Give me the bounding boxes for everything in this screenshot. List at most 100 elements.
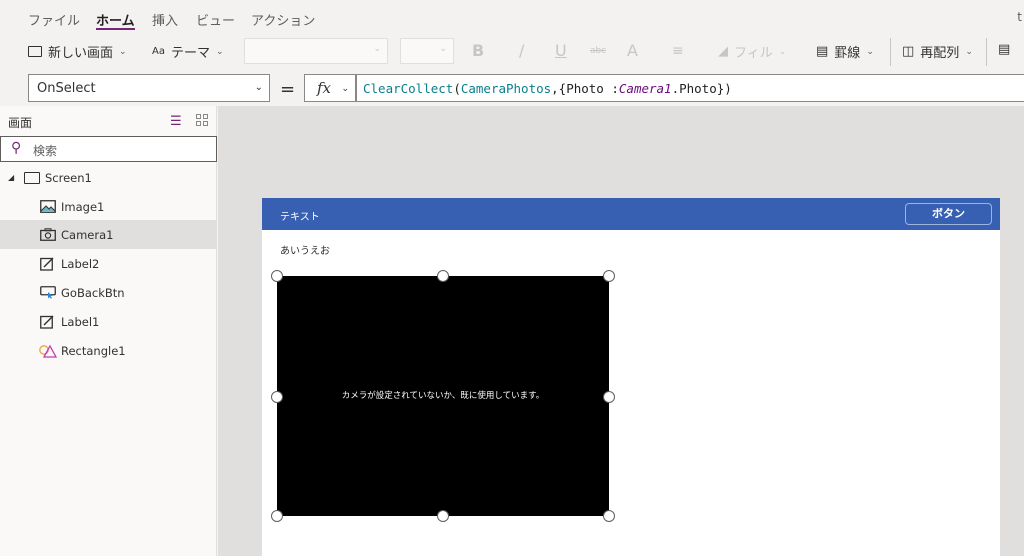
design-canvas[interactable]: テキスト ボタン あいうえお カメラが設定されていないか、既に使用しています。 <box>218 106 1024 556</box>
tree-item-camera1[interactable]: Camera1 <box>0 220 216 249</box>
tree-item-image1[interactable]: Image1 <box>0 192 216 221</box>
new-screen-label: 新しい画面 <box>48 46 114 61</box>
tree-item-gobackbtn[interactable]: GoBackBtn <box>0 278 216 307</box>
menu-action[interactable]: アクション <box>251 10 315 29</box>
chevron-down-icon: ⌄ <box>866 46 874 57</box>
tree-header: 画面 <box>8 116 33 130</box>
tree-item-label: Camera1 <box>61 227 114 242</box>
resize-handle-right[interactable] <box>603 391 615 403</box>
chevron-down-icon: ⌄ <box>119 46 127 57</box>
label-icon <box>40 257 54 271</box>
resize-handle-bottom[interactable] <box>437 510 449 522</box>
formula-end: .Photo}) <box>671 81 732 96</box>
property-dropdown[interactable]: OnSelect ⌄ <box>28 74 270 102</box>
grid-view-icon[interactable] <box>196 114 208 126</box>
resize-handle-top-left[interactable] <box>271 270 283 282</box>
screen-icon <box>24 171 40 184</box>
tree-item-label: GoBackBtn <box>61 285 125 300</box>
formula-open-paren: ( <box>453 81 461 96</box>
font-size-dropdown[interactable]: ⌄ <box>400 38 454 64</box>
header-button[interactable]: ボタン <box>905 203 992 225</box>
fill-icon: ◢ <box>718 44 728 59</box>
ribbon-toolbar: 新しい画面 ⌄ Aa テーマ ⌄ ⌄ ⌄ B / U abc A ≡ ◢ フィル… <box>0 34 1024 68</box>
theme-button[interactable]: Aa テーマ ⌄ <box>152 42 224 61</box>
resize-handle-bottom-right[interactable] <box>603 510 615 522</box>
align-icon[interactable]: ▤ <box>998 42 1010 57</box>
chevron-down-icon: ⌄ <box>439 44 447 54</box>
new-screen-button[interactable]: 新しい画面 ⌄ <box>28 42 127 61</box>
camera-icon <box>40 228 56 241</box>
image-icon <box>40 200 56 213</box>
label-icon <box>40 315 54 329</box>
tree-view-panel: 画面 ☰ ⚲ 検索 ◢ Screen1 Image1 Camera1 Label… <box>0 106 217 556</box>
fx-icon: fx <box>317 79 332 97</box>
menu-home[interactable]: ホーム <box>96 10 135 30</box>
resize-handle-top-right[interactable] <box>603 270 615 282</box>
menu-bar: ファイル ホーム 挿入 ビュー アクション t <box>0 0 1024 34</box>
strikethrough-button[interactable]: abc <box>590 46 606 56</box>
chevron-down-icon: ⌄ <box>215 46 224 57</box>
formula-function: ClearCollect <box>363 81 454 96</box>
camera-message: カメラが設定されていないか、既に使用しています。 <box>341 391 545 401</box>
border-label: 罫線 <box>834 46 861 61</box>
tree-search-placeholder: 検索 <box>33 144 58 158</box>
list-view-icon[interactable]: ☰ <box>170 114 182 129</box>
tree-item-screen1[interactable]: ◢ Screen1 <box>0 163 216 192</box>
fill-button[interactable]: ◢ フィル ⌄ <box>718 42 786 61</box>
chevron-down-icon: ⌄ <box>373 44 381 54</box>
italic-button[interactable]: / <box>519 41 524 60</box>
bold-button[interactable]: B <box>472 41 484 60</box>
tree-item-rectangle1[interactable]: Rectangle1 <box>0 336 216 365</box>
search-icon: ⚲ <box>11 140 22 156</box>
menu-view[interactable]: ビュー <box>196 10 235 29</box>
chevron-down-icon: ⌄ <box>965 46 973 57</box>
tree-item-label: Screen1 <box>45 170 92 185</box>
tree-item-label: Label1 <box>61 314 100 329</box>
chevron-down-icon: ⌄ <box>254 82 263 93</box>
toolbar-divider <box>986 38 987 66</box>
fx-button[interactable]: fx ⌄ <box>304 74 356 102</box>
tree-item-label: Image1 <box>61 199 105 214</box>
menu-insert[interactable]: 挿入 <box>152 10 178 29</box>
chevron-down-icon: ⌄ <box>341 84 349 94</box>
header-text: テキスト <box>280 212 320 223</box>
formula-bar: OnSelect ⌄ = fx ⌄ ClearCollect(CameraPho… <box>0 70 1024 106</box>
menu-file[interactable]: ファイル <box>28 10 80 29</box>
formula-input[interactable]: ClearCollect(CameraPhotos,{Photo :Camera… <box>356 74 1024 102</box>
border-button[interactable]: ▤ 罫線 ⌄ <box>816 42 874 61</box>
button-icon <box>40 286 56 299</box>
underline-button[interactable]: U <box>555 41 567 60</box>
tree-item-label1[interactable]: Label1 <box>0 307 216 336</box>
resize-handle-bottom-left[interactable] <box>271 510 283 522</box>
font-color-button[interactable]: A <box>627 41 638 60</box>
shapes-icon <box>39 344 57 358</box>
font-family-dropdown[interactable]: ⌄ <box>244 38 388 64</box>
property-name: OnSelect <box>37 81 96 96</box>
resize-handle-left[interactable] <box>271 391 283 403</box>
label2-text: あいうえお <box>280 246 330 257</box>
reorder-label: 再配列 <box>920 46 960 61</box>
camera-control[interactable]: カメラが設定されていないか、既に使用しています。 <box>277 276 609 516</box>
app-screen[interactable]: テキスト ボタン あいうえお カメラが設定されていないか、既に使用しています。 <box>262 198 1000 556</box>
resize-handle-top[interactable] <box>437 270 449 282</box>
tree-item-label: Label2 <box>61 256 100 271</box>
formula-collection: CameraPhotos <box>460 81 552 96</box>
header-bar[interactable]: テキスト ボタン <box>262 198 1000 230</box>
tree-search-input[interactable]: ⚲ 検索 <box>0 136 217 162</box>
formula-control: Camera1 <box>618 81 672 96</box>
fill-label: フィル <box>734 46 773 61</box>
equals-sign: = <box>280 79 296 100</box>
formula-record: ,{Photo : <box>551 81 619 96</box>
theme-icon: Aa <box>152 46 165 57</box>
tree-item-label2[interactable]: Label2 <box>0 249 216 278</box>
border-icon: ▤ <box>816 44 829 59</box>
text-align-icon[interactable]: ≡ <box>672 43 684 59</box>
reorder-icon: ◫ <box>902 44 915 59</box>
reorder-button[interactable]: ◫ 再配列 ⌄ <box>902 42 973 61</box>
tree-item-label: Rectangle1 <box>61 343 126 358</box>
expand-caret-icon[interactable]: ◢ <box>8 173 14 182</box>
new-screen-icon <box>28 46 42 57</box>
toolbar-divider <box>890 38 891 66</box>
chevron-down-icon: ⌄ <box>778 46 787 57</box>
menu-overflow-text: t <box>1017 10 1022 24</box>
